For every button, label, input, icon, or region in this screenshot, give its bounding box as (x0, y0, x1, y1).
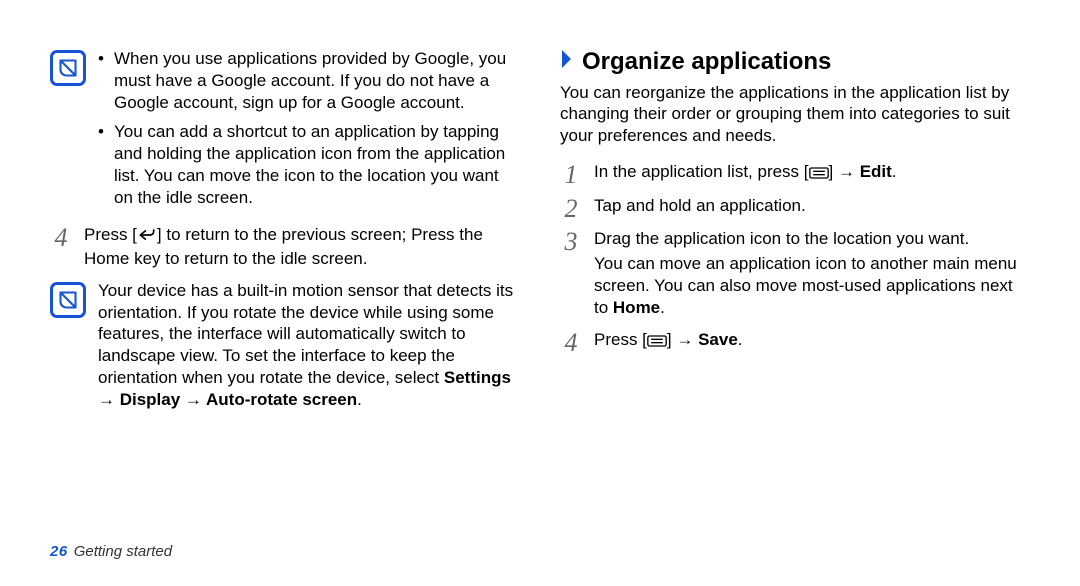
menu-key-icon (647, 331, 667, 353)
s4-bold: Save (698, 330, 738, 349)
step-body: Tap and hold an application. (594, 195, 1030, 221)
left-step-4: 4 Press [] to return to the previous scr… (50, 224, 520, 274)
step-body: Press [ ] → Save. (594, 329, 1030, 357)
page-number: 26 (50, 543, 74, 560)
heading-text: Organize applications (582, 48, 831, 76)
s1-suffix: . (892, 162, 897, 181)
note-icon (50, 282, 86, 318)
step-number: 4 (50, 224, 72, 251)
note-body-2: Your device has a built-in motion sensor… (98, 280, 520, 411)
section-heading: Organize applications (560, 48, 1030, 76)
step4-prefix: Press [ (84, 225, 137, 244)
back-key-icon (137, 226, 157, 248)
menu-key-icon (809, 163, 829, 185)
chevron-right-icon (560, 48, 574, 76)
step-number: 4 (560, 329, 582, 356)
step-body: Press [] to return to the previous scree… (84, 224, 520, 274)
right-step-1: 1 In the application list, press [ ] → Ed… (560, 161, 1030, 189)
right-step-4: 4 Press [ ] → Save. (560, 329, 1030, 357)
section-intro: You can reorganize the applications in t… (560, 82, 1030, 147)
s1-pre: In the application list, press [ (594, 162, 809, 181)
manual-page: When you use applications provided by Go… (0, 0, 1080, 586)
s1-bold: Edit (860, 162, 892, 181)
footer-section: Getting started (74, 543, 172, 560)
step-number: 3 (560, 228, 582, 255)
page-footer: 26 Getting started (50, 543, 172, 560)
left-column: When you use applications provided by Go… (50, 48, 520, 418)
s4-mid: ] → (667, 330, 698, 349)
s3-line2-suffix: . (660, 298, 665, 317)
s1-mid: ] → (829, 162, 860, 181)
s2-text: Tap and hold an application. (594, 195, 1030, 217)
step-number: 1 (560, 161, 582, 188)
right-step-2: 2 Tap and hold an application. (560, 195, 1030, 222)
note1-bullet-2: You can add a shortcut to an application… (98, 121, 520, 208)
note-icon (50, 50, 86, 86)
s4-suffix: . (738, 330, 743, 349)
two-column-layout: When you use applications provided by Go… (50, 48, 1030, 418)
note2-suffix: . (357, 390, 362, 409)
step-body: Drag the application icon to the locatio… (594, 228, 1030, 323)
note-block-1: When you use applications provided by Go… (50, 48, 520, 216)
right-column: Organize applications You can reorganize… (560, 48, 1030, 418)
right-step-3: 3 Drag the application icon to the locat… (560, 228, 1030, 323)
note1-bullet-1: When you use applications provided by Go… (98, 48, 520, 113)
note-block-2: Your device has a built-in motion sensor… (50, 280, 520, 411)
note-body-1: When you use applications provided by Go… (98, 48, 520, 216)
s4-pre: Press [ (594, 330, 647, 349)
s3-line2-bold: Home (613, 298, 660, 317)
step-body: In the application list, press [ ] → Edit… (594, 161, 1030, 189)
step-number: 2 (560, 195, 582, 222)
s3-line1: Drag the application icon to the locatio… (594, 228, 1030, 250)
